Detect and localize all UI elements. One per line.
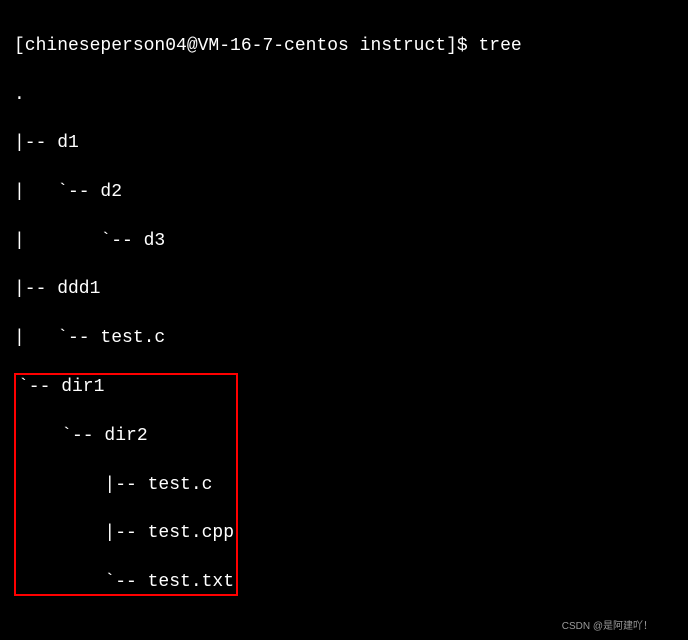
- blank-line: [14, 595, 674, 619]
- command-tree: tree: [478, 36, 521, 56]
- tree-output-line: |-- d1: [14, 131, 674, 155]
- terminal[interactable]: [chineseperson04@VM-16-7-centos instruct…: [0, 0, 688, 640]
- tree-output-line: | `-- d2: [14, 180, 674, 204]
- tree-output-line: |-- ddd1: [14, 277, 674, 301]
- tree-output-line: | `-- d3: [14, 229, 674, 253]
- watermark: CSDN @是阿建吖！: [562, 617, 653, 632]
- prompt-line: [chineseperson04@VM-16-7-centos instruct…: [14, 34, 674, 58]
- tree-output-line: |-- test.cpp: [18, 521, 234, 545]
- tree-output-line: `-- test.txt: [18, 570, 234, 594]
- prompt: [chineseperson04@VM-16-7-centos instruct…: [14, 36, 478, 56]
- tree-output-line: `-- dir1: [18, 375, 234, 399]
- tree-output-line: |-- test.c: [18, 473, 234, 497]
- tree-output-line: .: [14, 83, 674, 107]
- highlight-box-dir1: `-- dir1 `-- dir2 |-- test.c |-- test.cp…: [14, 373, 238, 596]
- tree-output-line: `-- dir2: [18, 424, 234, 448]
- tree-output-line: | `-- test.c: [14, 326, 674, 350]
